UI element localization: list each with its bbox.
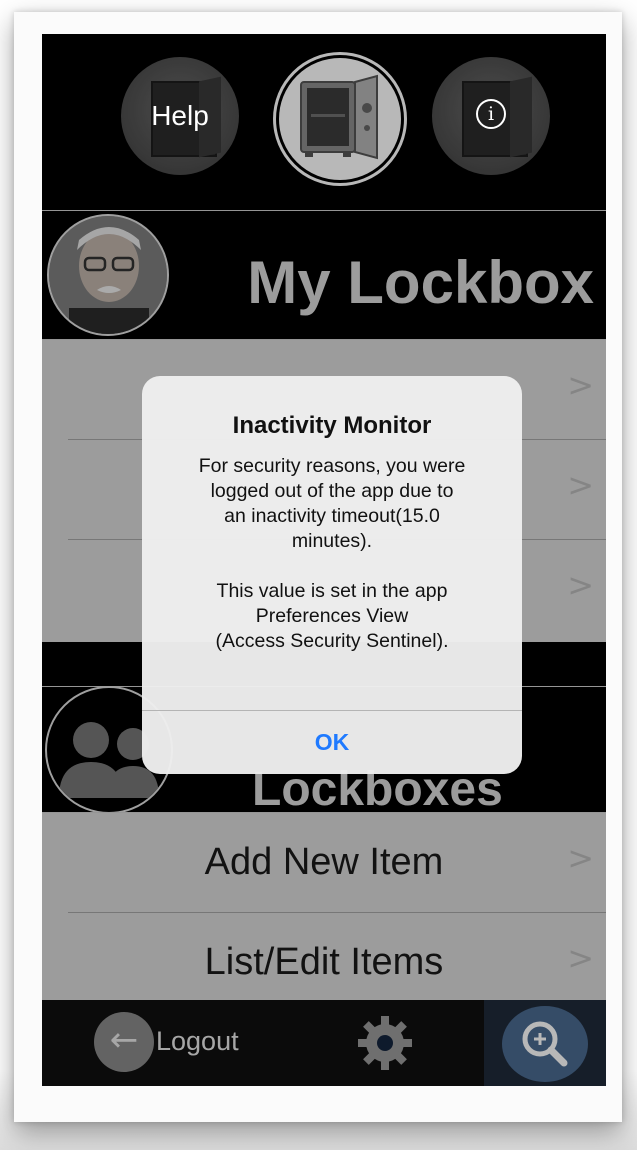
- alert-dialog: Inactivity Monitor For security reasons,…: [142, 376, 522, 774]
- app-screen: Help i My Lockbox > > > Lockboxes Add Ne…: [42, 34, 606, 1086]
- alert-title: Inactivity Monitor: [232, 412, 432, 439]
- info-icon: i: [476, 99, 506, 129]
- alert-message: For security reasons, you were logged ou…: [198, 455, 466, 652]
- help-label: Help: [151, 100, 209, 131]
- ok-button[interactable]: OK: [142, 710, 522, 774]
